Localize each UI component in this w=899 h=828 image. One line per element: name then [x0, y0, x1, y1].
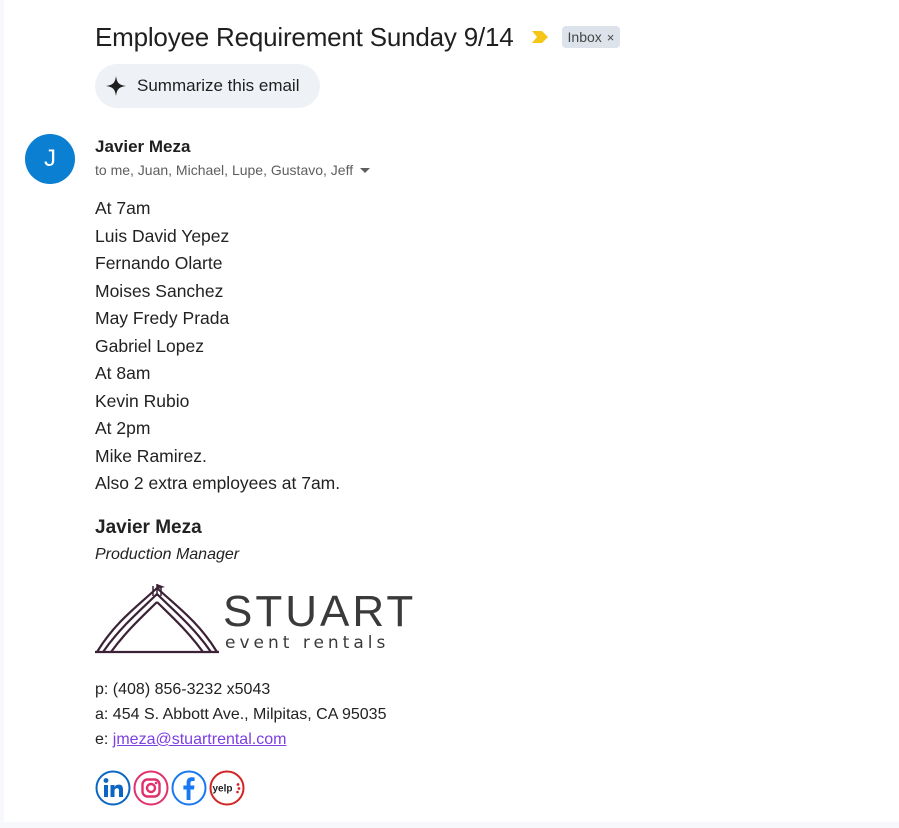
signature-address: a: 454 S. Abbott Ave., Milpitas, CA 9503…	[95, 706, 386, 724]
body-line: Gabriel Lopez	[95, 335, 204, 356]
body-line: Fernando Olarte	[95, 253, 223, 273]
logo-word: STUART	[223, 587, 415, 636]
signature-email: e: jmeza@stuartrental.com	[95, 731, 286, 749]
summarize-label: Summarize this email	[137, 76, 300, 95]
email-view: Employee Requirement Sunday 9/14 Inbox ×…	[0, 0, 899, 828]
signature-title: Production Manager	[95, 546, 240, 563]
email-link[interactable]: jmeza@stuartrental.com	[113, 731, 287, 748]
phone-value: (408) 856-3232 x5043	[112, 681, 271, 698]
subject-row: Employee Requirement Sunday 9/14 Inbox ×	[95, 20, 621, 54]
email-label: e:	[95, 731, 109, 748]
body-line: At 7am	[95, 198, 151, 218]
sender-avatar[interactable]: J	[25, 134, 75, 184]
bottom-edge	[0, 822, 899, 828]
importance-marker-icon[interactable]	[530, 30, 550, 44]
yelp-wordmark: yelp	[213, 784, 233, 795]
recipients-text: to me, Juan, Michael, Lupe, Gustavo, Jef…	[95, 162, 354, 178]
recipients-dropdown[interactable]: to me, Juan, Michael, Lupe, Gustavo, Jef…	[95, 162, 371, 178]
signature-phone: p: (408) 856-3232 x5043	[95, 681, 270, 699]
body-line: Also 2 extra employees at 7am.	[95, 473, 341, 493]
address-value: 454 S. Abbott Ave., Milpitas, CA 95035	[112, 706, 387, 723]
signature-name: Javier Meza	[95, 517, 202, 538]
linkedin-icon[interactable]	[95, 770, 131, 806]
stuart-logo: STUART event rentals	[95, 584, 415, 654]
body-line: Kevin Rubio	[95, 390, 190, 411]
avatar-initial: J	[44, 145, 56, 172]
summarize-email-button[interactable]: Summarize this email	[95, 64, 320, 108]
body-line: Mike Ramirez.	[95, 445, 207, 466]
facebook-icon[interactable]	[171, 770, 207, 806]
body-line: Moises Sanchez	[95, 280, 224, 301]
email-subject: Employee Requirement Sunday 9/14	[95, 21, 514, 52]
remove-label-icon[interactable]: ×	[607, 30, 615, 45]
body-line: May Fredy Prada	[95, 308, 230, 328]
instagram-icon[interactable]	[133, 770, 169, 806]
body-line: Luis David Yepez	[95, 225, 230, 246]
body-line: At 2pm	[95, 418, 151, 438]
address-label: a:	[95, 706, 109, 723]
yelp-icon[interactable]: yelp	[209, 770, 245, 806]
phone-label: p:	[95, 681, 109, 698]
inbox-label-chip: Inbox ×	[561, 26, 621, 48]
logo-sub: event rentals	[225, 633, 389, 653]
caret-down-icon	[360, 167, 371, 173]
body-line: At 8am	[95, 363, 151, 383]
social-links: yelp	[95, 770, 247, 806]
inbox-label-text: Inbox	[567, 29, 602, 45]
email-body: At 7am Luis David Yepez Fernando Olarte …	[95, 196, 340, 499]
left-edge	[0, 0, 4, 828]
sparkle-icon	[106, 76, 126, 96]
sender-name[interactable]: Javier Meza	[95, 137, 190, 157]
